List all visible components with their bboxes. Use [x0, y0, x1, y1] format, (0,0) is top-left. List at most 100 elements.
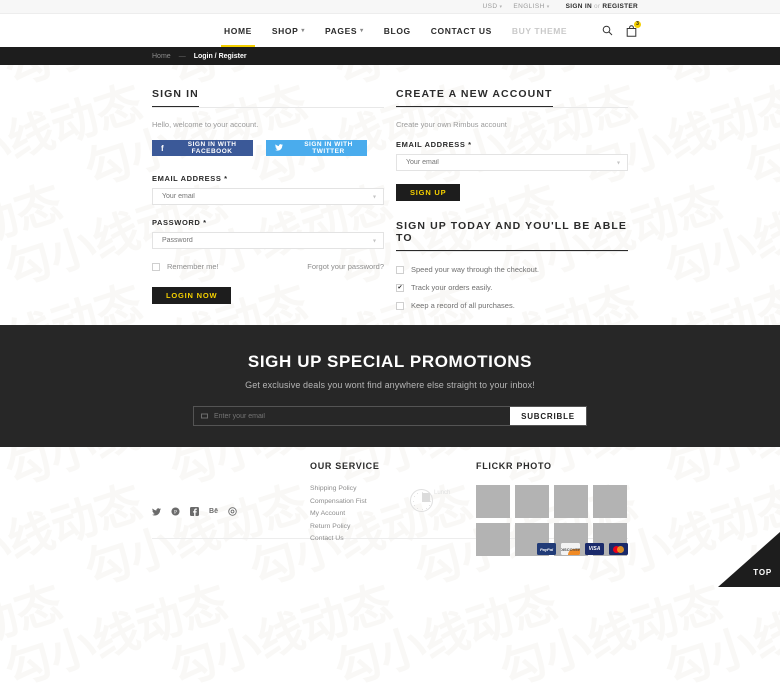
- mastercard-icon: [609, 543, 628, 555]
- payment-methods: PayPal DISCOVER VISA: [537, 543, 628, 555]
- remember-me-label: Remember me!: [167, 262, 219, 271]
- flickr-thumbnail[interactable]: [593, 485, 627, 518]
- signin-email-input[interactable]: [152, 188, 384, 205]
- back-to-top-corner[interactable]: [718, 532, 780, 587]
- flickr-thumbnail[interactable]: [515, 485, 549, 518]
- breadcrumb: Home — Login / Register: [152, 53, 247, 60]
- or-text: or: [593, 3, 601, 10]
- create-account-title: CREATE A NEW ACCOUNT: [396, 88, 553, 107]
- remember-row: Remember me! Forgot your password?: [152, 262, 384, 271]
- signin-panel: SIGN IN Hello, welcome to your account. …: [152, 88, 384, 325]
- svg-text:P: P: [174, 510, 177, 516]
- nav-label: HOME: [224, 25, 252, 36]
- cart-icon[interactable]: 3: [626, 20, 641, 37]
- promo-subtitle: Get exclusive deals you wont find anywhe…: [245, 380, 535, 390]
- nav-label: CONTACT US: [430, 25, 492, 36]
- benefit-label: Keep a record of all purchases.: [411, 301, 515, 310]
- search-icon[interactable]: [602, 25, 613, 36]
- checkbox-box: ✔: [396, 283, 404, 292]
- signin-email-field-wrap: ▾: [152, 188, 384, 205]
- nav-label: PAGES: [325, 25, 358, 36]
- create-account-email-field-wrap: ▾: [396, 154, 628, 171]
- benefits-list: Speed your way through the checkout. ✔ T…: [396, 265, 628, 310]
- chevron-down-icon: ▾: [546, 3, 550, 10]
- nav-label: SHOP: [271, 25, 299, 36]
- behance-icon[interactable]: Bē: [209, 507, 218, 516]
- signin-password-field-wrap: ▾: [152, 232, 384, 249]
- site-header: HOME SHOP ▾ PAGES ▾ BLOG CONTACT US BUY TH…: [0, 14, 780, 47]
- pinterest-icon[interactable]: P: [171, 507, 180, 516]
- benefits-heading-wrap: SIGN UP TODAY AND YOU'LL BE ABLE TO: [396, 220, 628, 252]
- sign-in-link[interactable]: SIGN IN: [566, 3, 592, 10]
- lunch-label: Lunch: [434, 490, 451, 496]
- facebook-signin-button[interactable]: f SIGN IN WITH FACEBOOK: [152, 140, 253, 156]
- benefits-title: SIGN UP TODAY AND YOU'LL BE ABLE TO: [396, 220, 628, 251]
- signin-password-input[interactable]: [152, 232, 384, 249]
- footer-service-column: OUR SERVICE Shipping Policy Compensation…: [310, 461, 472, 592]
- discover-icon: DISCOVER: [561, 543, 580, 555]
- flickr-title: FLICKR PHOTO: [476, 461, 552, 471]
- remember-me-checkbox[interactable]: Remember me!: [152, 262, 219, 271]
- currency-label: USD: [482, 3, 498, 10]
- create-account-heading-wrap: CREATE A NEW ACCOUNT: [396, 88, 628, 108]
- language-selector[interactable]: ENGLISH ▾: [513, 3, 549, 10]
- benefit-label: Speed your way through the checkout.: [411, 265, 539, 274]
- chevron-down-icon: ▾: [499, 3, 503, 10]
- nav-item-home[interactable]: HOME: [221, 14, 255, 47]
- newsletter-email-input[interactable]: [194, 407, 510, 425]
- create-account-panel: CREATE A NEW ACCOUNT Create your own Rim…: [396, 88, 628, 325]
- footer-social-column: P Bē: [152, 461, 310, 592]
- sign-up-button[interactable]: SIGN UP: [396, 184, 461, 201]
- lunch-clock-widget: Lunch: [410, 489, 450, 512]
- benefit-item[interactable]: ✔ Track your orders easily.: [396, 283, 628, 292]
- service-link[interactable]: Return Policy: [310, 523, 472, 530]
- nav-item-blog[interactable]: BLOG: [384, 14, 411, 47]
- checkbox-box: [152, 262, 160, 271]
- dribbble-icon[interactable]: [228, 507, 237, 516]
- twitter-icon: [275, 143, 283, 153]
- flickr-thumbnail[interactable]: [476, 523, 510, 556]
- create-account-email-label: EMAIL ADDRESS *: [396, 140, 472, 149]
- twitter-signin-label: SIGN IN WITH TWITTER: [304, 141, 353, 155]
- nav-item-buy-theme[interactable]: BUY THEME: [512, 14, 567, 47]
- breadcrumb-bar: Home — Login / Register: [0, 47, 780, 65]
- facebook-icon[interactable]: [190, 507, 199, 516]
- benefit-item[interactable]: Keep a record of all purchases.: [396, 301, 628, 310]
- newsletter-input-wrap: [194, 407, 510, 425]
- facebook-icon: f: [161, 143, 165, 153]
- breadcrumb-current: Login / Register: [193, 52, 247, 60]
- service-link[interactable]: Contact Us: [310, 535, 472, 542]
- nav-item-contact-us[interactable]: CONTACT US: [431, 14, 492, 47]
- back-to-top-label[interactable]: TOP: [753, 568, 772, 577]
- signin-password-label: PASSWORD *: [152, 218, 207, 227]
- auth-links: SIGN IN or REGISTER: [566, 3, 638, 10]
- nav-item-shop[interactable]: SHOP ▾: [272, 14, 305, 47]
- chevron-down-icon: ▾: [301, 28, 306, 34]
- checkbox-box: [396, 301, 404, 310]
- twitter-icon[interactable]: [152, 507, 161, 516]
- nav-item-pages[interactable]: PAGES ▾: [325, 14, 364, 47]
- checkbox-box: [396, 265, 404, 274]
- main-navigation: HOME SHOP ▾ PAGES ▾ BLOG CONTACT US BUY TH…: [221, 14, 587, 47]
- flickr-thumbnail[interactable]: [554, 485, 588, 518]
- header-icons: 3: [602, 20, 641, 37]
- create-account-email-input[interactable]: [396, 154, 628, 171]
- chevron-down-icon: ▾: [360, 28, 364, 34]
- cart-count-badge: 3: [634, 20, 641, 28]
- subscribe-button[interactable]: SUBCRIBLE: [510, 407, 586, 425]
- signin-title: SIGN IN: [152, 88, 199, 107]
- twitter-signin-button[interactable]: SIGN IN WITH TWITTER: [266, 140, 367, 156]
- promo-title: SIGH UP SPECIAL PROMOTIONS: [247, 352, 533, 371]
- language-label: ENGLISH: [513, 3, 545, 10]
- benefit-item[interactable]: Speed your way through the checkout.: [396, 265, 628, 274]
- flickr-thumbnail[interactable]: [476, 485, 510, 518]
- breadcrumb-home[interactable]: Home: [152, 53, 171, 60]
- currency-selector[interactable]: USD ▾: [483, 3, 503, 10]
- clock-icon: [410, 489, 433, 512]
- register-link[interactable]: REGISTER: [602, 3, 638, 10]
- login-now-button[interactable]: LOGIN NOW: [152, 287, 232, 304]
- footer-flickr-column: FLICKR PHOTO: [476, 461, 628, 592]
- breadcrumb-separator: —: [178, 52, 186, 60]
- forgot-password-link[interactable]: Forgot your password?: [307, 262, 384, 271]
- main-content: SIGN IN Hello, welcome to your account. …: [0, 65, 780, 325]
